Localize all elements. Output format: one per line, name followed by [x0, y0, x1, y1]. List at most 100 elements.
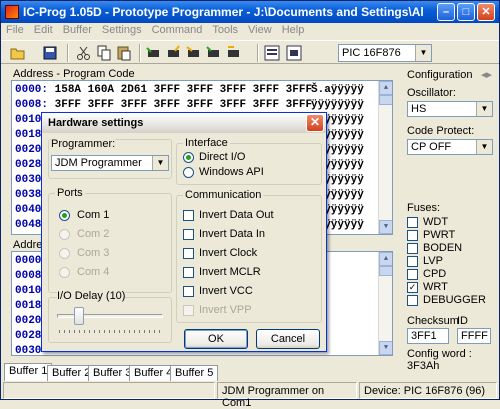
- data-scrollbar[interactable]: ▲ ▼: [378, 252, 392, 355]
- toolbar-separator: [257, 44, 259, 62]
- title-bar[interactable]: IC-Prog 1.05D - Prototype Programmer - J…: [1, 1, 499, 23]
- scroll-up-icon[interactable]: ▲: [379, 252, 392, 266]
- chevron-down-icon[interactable]: ▼: [152, 156, 168, 170]
- table-row[interactable]: 0020: [15, 315, 41, 327]
- communication-checkbox[interactable]: [183, 267, 194, 278]
- tab-buffer-5[interactable]: Buffer 5: [170, 365, 219, 381]
- menu-tools[interactable]: Tools: [207, 23, 243, 37]
- dialog-title-bar[interactable]: Hardware settings ✕: [42, 113, 326, 133]
- close-button[interactable]: ✕: [477, 3, 495, 21]
- maximize-button[interactable]: □: [457, 3, 475, 21]
- view-hex-icon[interactable]: [285, 44, 303, 62]
- fuse-checkbox-pwrt[interactable]: [407, 230, 418, 241]
- menu-help[interactable]: Help: [277, 23, 310, 37]
- code-scrollbar[interactable]: ▲ ▼: [378, 81, 392, 234]
- fuse-checkbox-lvp[interactable]: [407, 256, 418, 267]
- table-row[interactable]: 0028: [15, 330, 41, 342]
- io-delay-label: I/O Delay (10): [57, 290, 126, 302]
- paste-icon[interactable]: [115, 44, 133, 62]
- row-address: 0030: [15, 174, 42, 186]
- erase-chip-icon[interactable]: [185, 44, 203, 62]
- blank-check-icon[interactable]: [225, 44, 243, 62]
- programmer-label: Programmer:: [51, 138, 116, 150]
- programmer-select[interactable]: JDM Programmer ▼: [51, 155, 169, 171]
- communication-checkbox[interactable]: [183, 248, 194, 259]
- save-disk-icon[interactable]: [41, 44, 59, 62]
- menu-command[interactable]: Command: [147, 23, 208, 37]
- io-delay-slider[interactable]: [74, 307, 85, 325]
- chevron-down-icon[interactable]: ▼: [415, 45, 431, 61]
- toolbar-separator: [67, 44, 69, 62]
- io-delay-track: [57, 314, 163, 318]
- table-row[interactable]: 0030: [15, 345, 41, 355]
- port-label: Com 4: [77, 266, 110, 278]
- status-empty: [3, 382, 215, 399]
- table-row[interactable]: 0000: 158A 160A 2D61 3FFF 3FFF 3FFF 3FFF…: [15, 84, 364, 96]
- slider-tick: [129, 330, 130, 333]
- chevron-down-icon[interactable]: ▼: [476, 102, 492, 116]
- port-radio: [59, 248, 70, 259]
- read-chip-icon[interactable]: [145, 44, 163, 62]
- code-protect-select[interactable]: CP OFF ▼: [407, 139, 493, 155]
- row-address: 0028: [15, 159, 42, 171]
- row-address: 0048: [15, 219, 42, 231]
- table-row[interactable]: 0010: [15, 285, 41, 297]
- verify-chip-icon[interactable]: [205, 44, 223, 62]
- menu-buffer[interactable]: Buffer: [58, 23, 97, 37]
- interface-radio[interactable]: [183, 152, 194, 163]
- row-address: 0040: [15, 204, 42, 216]
- open-folder-icon[interactable]: [9, 44, 27, 62]
- fuse-label: CPD: [423, 268, 447, 280]
- slider-tick: [99, 330, 100, 333]
- copy-icon[interactable]: [95, 44, 113, 62]
- scroll-thumb[interactable]: [379, 95, 392, 105]
- scroll-thumb[interactable]: [379, 266, 392, 276]
- scroll-down-icon[interactable]: ▼: [379, 220, 392, 234]
- id-value-field[interactable]: FFFF: [457, 328, 491, 344]
- ports-group: Ports Com 1 Com 2 Com 3 Com 4: [48, 187, 172, 293]
- programmer-group: Programmer: JDM Programmer ▼: [48, 138, 172, 179]
- fuse-checkbox-debugger[interactable]: [407, 295, 418, 306]
- table-row[interactable]: 0018: [15, 300, 41, 312]
- communication-label: Invert Data Out: [199, 209, 274, 221]
- scroll-down-icon[interactable]: ▼: [379, 341, 392, 355]
- fuse-checkbox-wdt[interactable]: [407, 217, 418, 228]
- menu-edit[interactable]: Edit: [29, 23, 58, 37]
- communication-checkbox[interactable]: [183, 229, 194, 240]
- ports-label: Ports: [55, 187, 85, 199]
- slider-tick: [144, 330, 145, 333]
- program-chip-icon[interactable]: [165, 44, 183, 62]
- menu-settings[interactable]: Settings: [97, 23, 147, 37]
- menu-file[interactable]: File: [1, 23, 29, 37]
- app-icon: [5, 5, 19, 19]
- fuse-checkbox-boden[interactable]: [407, 243, 418, 254]
- view-assembler-icon[interactable]: [263, 44, 281, 62]
- oscillator-select[interactable]: HS ▼: [407, 101, 493, 117]
- minimize-button[interactable]: –: [437, 3, 455, 21]
- table-row[interactable]: 0008: [15, 270, 41, 282]
- port-radio[interactable]: [59, 210, 70, 221]
- table-row[interactable]: 0008: 3FFF 3FFF 3FFF 3FFF 3FFF 3FFF 3FFF…: [15, 99, 364, 111]
- scroll-up-icon[interactable]: ▲: [379, 81, 392, 95]
- slider-tick: [84, 330, 85, 333]
- fuse-label: LVP: [423, 255, 443, 267]
- dialog-close-button[interactable]: ✕: [306, 114, 324, 132]
- fuse-checkbox-cpd[interactable]: [407, 269, 418, 280]
- device-select[interactable]: PIC 16F876 ▼: [338, 44, 432, 62]
- table-row[interactable]: 0000: [15, 255, 41, 267]
- menu-view[interactable]: View: [243, 23, 277, 37]
- tab-buffer-1[interactable]: Buffer 1: [4, 363, 53, 381]
- fuse-checkbox-wrt[interactable]: ✓: [407, 282, 418, 293]
- cancel-button[interactable]: Cancel: [256, 329, 320, 349]
- panel-arrows-icon[interactable]: ◂▸: [481, 68, 492, 81]
- chevron-down-icon[interactable]: ▼: [476, 140, 492, 154]
- communication-checkbox[interactable]: [183, 210, 194, 221]
- checksum-field: 3FF1: [407, 328, 449, 344]
- cut-icon[interactable]: [75, 44, 93, 62]
- window-title: IC-Prog 1.05D - Prototype Programmer - J…: [23, 5, 423, 19]
- communication-checkbox[interactable]: [183, 286, 194, 297]
- interface-radio[interactable]: [183, 167, 194, 178]
- ok-button[interactable]: OK: [184, 329, 248, 349]
- code-panel-label: Address - Program Code: [13, 68, 135, 80]
- communication-label: Invert VPP: [199, 304, 252, 316]
